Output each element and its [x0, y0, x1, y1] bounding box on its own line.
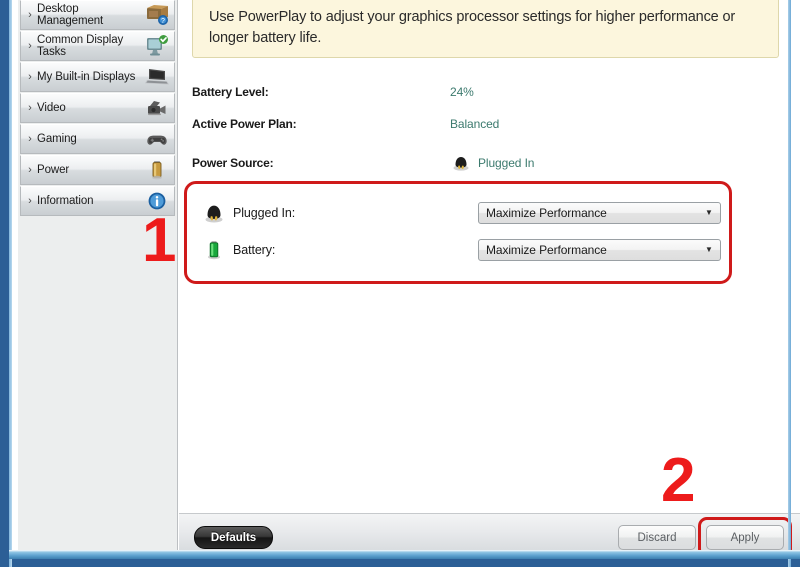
chevron-right-icon: › [28, 70, 32, 83]
power-plug-icon [450, 154, 472, 172]
laptop-display-icon [144, 65, 170, 89]
sidebar-item-label: Information [37, 195, 94, 207]
sidebar-item-power[interactable]: › Power [20, 155, 175, 185]
sidebar-item-common-display-tasks[interactable]: › Common Display Tasks [20, 31, 175, 61]
window-frame-left [9, 0, 12, 567]
chevron-right-icon: › [28, 163, 32, 176]
info-banner-text: Use PowerPlay to adjust your graphics pr… [209, 9, 736, 46]
selected-value: Maximize Performance [486, 243, 607, 257]
sidebar-item-label: Gaming [37, 133, 77, 145]
chevron-right-icon: › [28, 194, 32, 207]
navigation-sidebar: › Desktop Management ? › Common Display … [18, 0, 178, 559]
powerplay-row-battery: Battery: Maximize Performance ▼ [201, 237, 721, 263]
power-plug-icon [201, 201, 227, 225]
common-display-tasks-icon [144, 34, 170, 58]
battery-icon [144, 158, 170, 182]
chevron-right-icon: › [28, 101, 32, 114]
status-label: Active Power Plan: [192, 117, 297, 131]
sidebar-item-label: Power [37, 164, 70, 176]
battery-power-mode-select[interactable]: Maximize Performance ▼ [478, 239, 721, 261]
window-frame-right [788, 0, 791, 567]
discard-button[interactable]: Discard [618, 525, 696, 550]
status-value: 24% [450, 85, 474, 99]
powerplay-row-label: Plugged In: [233, 206, 296, 220]
gamepad-icon [144, 127, 170, 151]
defaults-button[interactable]: Defaults [194, 526, 273, 549]
sidebar-item-gaming[interactable]: › Gaming [20, 124, 175, 154]
desktop-management-icon: ? [144, 3, 170, 27]
powerplay-row-label: Battery: [233, 243, 276, 257]
sidebar-item-label: Desktop Management [37, 3, 104, 27]
chevron-right-icon: › [28, 132, 32, 145]
powerplay-settings-group-highlight: Plugged In: Maximize Performance ▼ Batte… [184, 181, 732, 284]
annotation-number-1: 1 [142, 206, 177, 275]
svg-text:?: ? [161, 18, 165, 25]
chevron-right-icon: › [28, 39, 32, 52]
window-frame-bottom [9, 550, 800, 559]
chevron-down-icon[interactable]: ▼ [698, 246, 720, 254]
info-banner: Use PowerPlay to adjust your graphics pr… [192, 0, 779, 58]
apply-button[interactable]: Apply [706, 525, 784, 550]
chevron-right-icon: › [28, 8, 32, 21]
sidebar-item-desktop-management[interactable]: › Desktop Management ? [20, 0, 175, 30]
status-row-active-power-plan: Active Power Plan: Balanced [192, 113, 792, 135]
plugged-in-power-mode-select[interactable]: Maximize Performance ▼ [478, 202, 721, 224]
status-row-battery-level: Battery Level: 24% [192, 81, 792, 103]
content-pane: Use PowerPlay to adjust your graphics pr… [179, 0, 800, 559]
sidebar-item-video[interactable]: › Video [20, 93, 175, 123]
selected-value: Maximize Performance [486, 206, 607, 220]
sidebar-item-label: Video [37, 102, 66, 114]
status-value: Plugged In [478, 156, 535, 170]
sidebar-item-my-built-in-displays[interactable]: › My Built-in Displays [20, 62, 175, 92]
battery-icon [201, 238, 227, 262]
chevron-down-icon[interactable]: ▼ [698, 209, 720, 217]
sidebar-item-label: Common Display Tasks [37, 34, 124, 58]
sidebar-item-label: My Built-in Displays [37, 71, 136, 83]
client-area: › Desktop Management ? › Common Display … [18, 0, 800, 559]
ccc-power-window: › Desktop Management ? › Common Display … [0, 0, 800, 567]
status-label: Battery Level: [192, 85, 269, 99]
camcorder-icon [144, 96, 170, 120]
powerplay-row-plugged-in: Plugged In: Maximize Performance ▼ [201, 200, 721, 226]
status-row-power-source: Power Source: Plugged In [192, 152, 792, 174]
status-label: Power Source: [192, 156, 274, 170]
status-value: Balanced [450, 117, 500, 131]
annotation-number-2: 2 [661, 446, 696, 515]
